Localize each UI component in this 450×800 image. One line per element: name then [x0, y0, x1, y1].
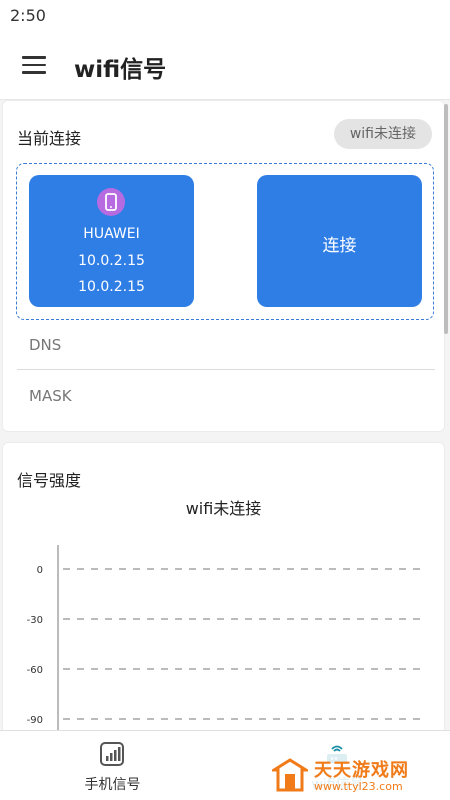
menu-icon — [22, 56, 46, 59]
mask-row: MASK — [29, 387, 72, 405]
signal-bars-icon — [100, 742, 124, 766]
tab-phone-signal-label: 手机信号 — [84, 777, 141, 793]
dns-row: DNS — [17, 320, 435, 370]
watermark-url: www.ttyl23.com — [314, 780, 403, 793]
scrollbar[interactable] — [444, 104, 448, 334]
chart-y-tick-label: -60 — [27, 665, 43, 676]
page-title: wifi信号 — [74, 57, 167, 83]
tab-phone-signal[interactable]: 手机信号 — [0, 731, 225, 800]
signal-strength-card: 信号强度 wifi未连接 0 -30 -60 -90 — [2, 442, 445, 742]
connect-button[interactable]: 连接 — [257, 175, 422, 307]
device-ip: 10.0.2.15 — [78, 253, 145, 269]
device-area: HUAWEI 10.0.2.15 10.0.2.15 连接 — [16, 163, 434, 320]
wifi-status-badge: wifi未连接 — [333, 119, 432, 149]
connect-label: 连接 — [322, 236, 357, 256]
menu-button[interactable] — [20, 53, 50, 79]
current-connection-title: 当前连接 — [17, 129, 82, 148]
watermark-name: 天天游戏网 — [314, 760, 409, 781]
current-connection-card: 当前连接 wifi未连接 HUAWEI 10.0.2.15 10.0.2.15 … — [2, 100, 445, 432]
status-bar: 2:50 — [0, 0, 450, 32]
device-tile: HUAWEI 10.0.2.15 10.0.2.15 — [29, 175, 194, 307]
signal-chart: 0 -30 -60 -90 — [27, 545, 421, 741]
watermark: 天天游戏网 www.ttyl23.com — [262, 752, 448, 798]
chart-y-tick-label: -30 — [27, 615, 43, 626]
device-name: HUAWEI — [83, 226, 140, 242]
app-bar: wifi信号 — [0, 32, 450, 100]
chart-y-tick-label: 0 — [37, 565, 43, 576]
device-gateway: 10.0.2.15 — [78, 279, 145, 295]
chart-y-tick-label: -90 — [27, 715, 43, 726]
watermark-logo-icon — [272, 758, 308, 792]
phone-icon — [97, 188, 125, 216]
status-time: 2:50 — [10, 6, 46, 25]
